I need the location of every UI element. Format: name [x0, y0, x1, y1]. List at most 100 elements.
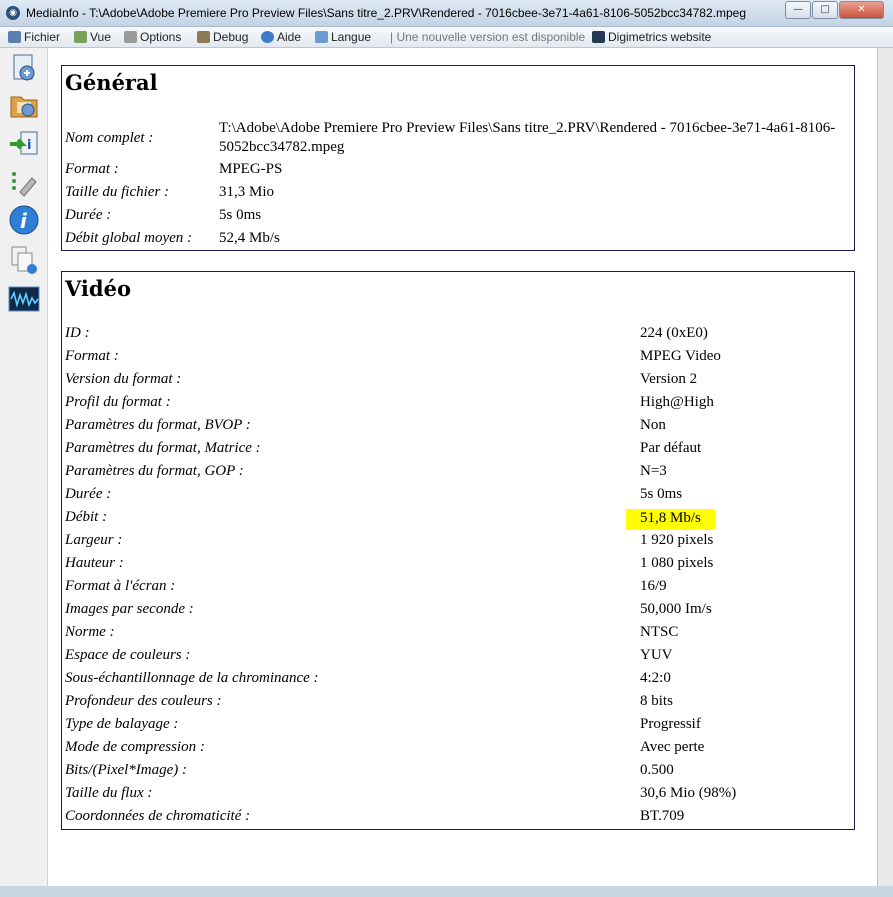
sidebar: i i: [0, 48, 48, 897]
video-row-value: Progressif: [640, 716, 701, 732]
svg-text:i: i: [20, 209, 28, 233]
video-row-key: Type de balayage :: [65, 716, 179, 732]
menu-fichier-label: Fichier: [24, 30, 61, 44]
video-row-key: Sous-échantillonnage de la chrominance :: [65, 670, 319, 686]
menu-options[interactable]: Options: [124, 30, 181, 44]
general-row-value: MPEG-PS: [219, 161, 283, 177]
copy-icon[interactable]: [7, 243, 41, 277]
export-icon[interactable]: i: [7, 127, 41, 161]
video-row-key: Paramètres du format, BVOP :: [65, 417, 251, 433]
menu-website-label: Digimetrics website: [608, 30, 712, 44]
video-row-value: Non: [640, 417, 666, 433]
video-row-value: 224 (0xE0): [640, 325, 708, 341]
menu-fichier[interactable]: Fichier: [8, 30, 60, 44]
menu-debug[interactable]: Debug: [197, 30, 248, 44]
waveform-icon[interactable]: [7, 283, 41, 317]
help-icon: [261, 31, 274, 43]
open-folder-icon[interactable]: [7, 88, 41, 122]
general-row-key: Nom complet :: [65, 130, 154, 146]
menu-options-label: Options: [140, 30, 182, 44]
options-icon: [124, 31, 137, 43]
general-row-key: Durée :: [65, 207, 112, 223]
menu-debug-label: Debug: [213, 30, 249, 44]
video-row-key: Largeur :: [65, 532, 123, 548]
general-section-title: Général: [65, 70, 158, 95]
menu-aide-label: Aide: [277, 30, 302, 44]
menu-vue-label: Vue: [90, 30, 111, 44]
video-row-key: Profil du format :: [65, 394, 171, 410]
video-row-key: Format à l'écran :: [65, 578, 176, 594]
video-row-value: High@High: [640, 394, 714, 410]
language-icon: [315, 31, 328, 43]
info-icon[interactable]: i: [7, 203, 41, 237]
menu-aide[interactable]: Aide: [261, 30, 301, 44]
video-row-value: Version 2: [640, 371, 698, 387]
video-row-key: Durée :: [65, 486, 112, 502]
maximize-button[interactable]: □: [812, 1, 838, 19]
website-icon: [592, 31, 605, 43]
video-row-value: YUV: [640, 647, 673, 663]
video-row-key: Format :: [65, 348, 119, 364]
video-row-key: Coordonnées de chromaticité :: [65, 808, 251, 824]
menu-bar: Fichier Vue Options Debug Aide Langue | …: [0, 27, 893, 48]
general-row-value: T:\Adobe\Adobe Premiere Pro Preview File…: [219, 120, 836, 155]
video-row-key: Images par seconde :: [65, 601, 194, 617]
video-row-key: Bits/(Pixel*Image) :: [65, 762, 188, 778]
video-row-key: Taille du flux :: [65, 785, 153, 801]
settings-icon[interactable]: [7, 165, 41, 199]
svg-text:i: i: [27, 138, 31, 153]
general-row-value: 5s 0ms: [219, 207, 262, 223]
debug-icon: [197, 31, 210, 43]
video-row-value: 0.500: [640, 762, 674, 778]
video-row-value: NTSC: [640, 624, 679, 640]
window-bottom-border: [0, 886, 893, 897]
video-row-key: Profondeur des couleurs :: [65, 693, 222, 709]
general-section: Général Nom complet : T:\Adobe\Adobe Pre…: [61, 65, 855, 251]
general-row-value: 31,3 Mio: [219, 184, 275, 200]
video-row-key: Mode de compression :: [65, 739, 205, 755]
video-row-key: Version du format :: [65, 371, 182, 387]
general-row-key: Taille du fichier :: [65, 184, 170, 200]
video-row-value: Avec perte: [640, 739, 705, 755]
video-row-value: 1 080 pixels: [640, 555, 714, 571]
video-row-value: 8 bits: [640, 693, 673, 709]
report-panel: Général Nom complet : T:\Adobe\Adobe Pre…: [48, 48, 878, 886]
bitrate-highlighted-value: 51,8 Mb/s: [626, 509, 715, 530]
general-row: Nom complet : T:\Adobe\Adobe Premiere Pr…: [65, 119, 851, 159]
file-icon: [8, 31, 21, 43]
video-row-value: BT.709: [640, 808, 685, 824]
video-row-value: 50,000 Im/s: [640, 601, 712, 617]
video-row-value: 30,6 Mio (98%): [640, 785, 737, 801]
video-section-title: Vidéo: [65, 276, 131, 301]
video-row-key: Norme :: [65, 624, 115, 640]
mediainfo-app-icon[interactable]: ◉: [6, 6, 20, 20]
menu-website[interactable]: Digimetrics website: [592, 30, 711, 44]
video-row-value: 4:2:0: [640, 670, 671, 686]
menu-langue[interactable]: Langue: [315, 30, 371, 44]
video-row-key: Espace de couleurs :: [65, 647, 191, 663]
video-row-key: Paramètres du format, GOP :: [65, 463, 244, 479]
video-row-key: Paramètres du format, Matrice :: [65, 440, 261, 456]
title-bar: ◉ MediaInfo - T:\Adobe\Adobe Premiere Pr…: [0, 0, 893, 27]
menu-vue[interactable]: Vue: [74, 30, 111, 44]
menu-langue-label: Langue: [331, 30, 372, 44]
video-row-value: 16/9: [640, 578, 667, 594]
video-row-value: 5s 0ms: [640, 486, 683, 502]
video-row-key: Hauteur :: [65, 555, 124, 571]
video-row-value: N=3: [640, 463, 667, 479]
vertical-scrollbar[interactable]: [878, 48, 893, 886]
video-row-key: ID :: [65, 325, 90, 341]
video-row-value: MPEG Video: [640, 348, 721, 364]
video-section: Vidéo ID :224 (0xE0) Format : MPEG Video …: [61, 271, 855, 830]
window-title: MediaInfo - T:\Adobe\Adobe Premiere Pro …: [26, 6, 746, 20]
general-row-value: 52,4 Mb/s: [219, 230, 280, 246]
close-button[interactable]: ✕: [839, 1, 884, 19]
open-file-icon[interactable]: [7, 51, 41, 85]
video-row-value: 1 920 pixels: [640, 532, 714, 548]
general-row-key: Débit global moyen :: [65, 230, 193, 246]
update-notice[interactable]: | Une nouvelle version est disponible: [390, 30, 585, 44]
video-row-value: Par défaut: [640, 440, 702, 456]
general-row-key: Format :: [65, 161, 119, 177]
video-row-key: Débit :: [65, 509, 108, 525]
minimize-button[interactable]: —: [785, 1, 811, 19]
